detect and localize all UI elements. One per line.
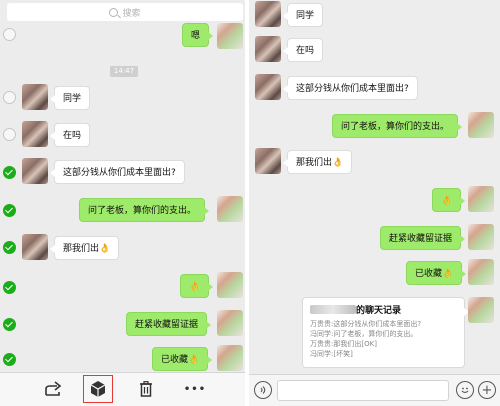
message-bubble-outgoing[interactable]: 嗯	[182, 23, 214, 47]
avatar[interactable]	[255, 74, 281, 100]
avatar[interactable]	[255, 36, 281, 62]
chat-record-title: 的聊天记录	[310, 303, 457, 316]
share-icon	[45, 381, 62, 396]
emoji-icon	[461, 387, 469, 394]
more-button[interactable]: •••	[180, 375, 210, 403]
message-bubble-incoming[interactable]: 这部分钱从你们成本里面出?	[283, 76, 418, 100]
avatar[interactable]	[217, 272, 243, 298]
avatar[interactable]	[468, 112, 494, 138]
redacted-name	[310, 305, 356, 314]
avatar[interactable]	[22, 84, 48, 110]
select-checkbox-checked[interactable]	[3, 318, 16, 331]
message-bubble-outgoing[interactable]: 已收藏👌	[406, 261, 467, 285]
message-bubble-outgoing[interactable]: 👌	[180, 274, 214, 298]
plus-button[interactable]: +	[478, 381, 496, 399]
avatar[interactable]	[468, 297, 494, 323]
select-checkbox[interactable]	[3, 28, 16, 41]
message-bubble-outgoing[interactable]: 👌	[432, 188, 466, 212]
search-placeholder: 搜索	[122, 8, 141, 19]
plus-icon: +	[481, 382, 493, 398]
message-bubble-incoming[interactable]: 同学	[282, 3, 324, 27]
message-input-bar: +	[249, 374, 500, 406]
chat-record-line: 万贵贵:那我们出[OK]	[310, 340, 377, 348]
select-checkbox-checked[interactable]	[3, 204, 16, 217]
more-icon: •••	[183, 383, 207, 395]
avatar[interactable]	[22, 158, 48, 184]
avatar[interactable]	[255, 148, 281, 174]
select-checkbox-checked[interactable]	[3, 241, 16, 254]
avatar[interactable]	[22, 234, 48, 260]
search-icon	[109, 7, 119, 17]
forward-button[interactable]	[39, 375, 69, 403]
avatar[interactable]	[217, 23, 243, 49]
avatar[interactable]	[217, 345, 243, 371]
voice-button[interactable]	[254, 381, 272, 399]
select-checkbox[interactable]	[3, 91, 16, 104]
message-bubble-incoming[interactable]: 那我们出👌	[49, 236, 120, 260]
chat-record-line: 冯同学:[坏笑]	[310, 350, 353, 358]
search-input[interactable]: 搜索	[7, 3, 243, 21]
chat-record-line: 万贵贵:这部分钱从你们成本里面出?	[310, 320, 422, 328]
avatar[interactable]	[22, 121, 48, 147]
select-checkbox-checked[interactable]	[3, 281, 16, 294]
select-checkbox-checked[interactable]	[3, 166, 16, 179]
message-bubble-outgoing[interactable]: 问了老板，算你们的支出。	[332, 114, 463, 138]
avatar[interactable]	[468, 224, 494, 250]
avatar[interactable]	[217, 196, 243, 222]
chat-record-line: 冯同学:问了老板，算你们的支出。	[310, 330, 418, 338]
timestamp: 14:47	[110, 66, 138, 77]
chat-panel: 同学 在吗 这部分钱从你们成本里面出? 问了老板，算你们的支出。 那我们出👌 👌…	[249, 0, 500, 406]
avatar[interactable]	[217, 310, 243, 336]
trash-icon	[140, 381, 152, 397]
message-text-input[interactable]	[277, 380, 449, 401]
cube-icon	[90, 381, 106, 397]
emoji-button[interactable]	[456, 381, 474, 399]
select-checkbox[interactable]	[3, 128, 16, 141]
voice-icon	[260, 386, 266, 394]
avatar[interactable]	[468, 259, 494, 285]
message-bubble-incoming[interactable]: 那我们出👌	[282, 150, 353, 174]
message-bubble-outgoing[interactable]: 赶紧收藏留证据	[126, 312, 212, 336]
message-bubble-incoming[interactable]: 同学	[49, 86, 91, 110]
message-bubble-outgoing[interactable]: 赶紧收藏留证据	[380, 226, 466, 250]
message-bubble-outgoing[interactable]: 已收藏👌	[152, 347, 213, 371]
multiselect-chat-panel: 搜索 嗯 14:47 同学 在吗 这部分钱从你们成本里面出? 问了老板，算你们的…	[0, 0, 245, 406]
favorite-button[interactable]	[83, 375, 113, 403]
select-checkbox-checked[interactable]	[3, 353, 16, 366]
message-bubble-incoming[interactable]: 在吗	[49, 123, 91, 147]
message-bubble-incoming[interactable]: 这部分钱从你们成本里面出?	[50, 160, 185, 184]
message-bubble-incoming[interactable]: 在吗	[282, 38, 324, 62]
multiselect-toolbar: •••	[0, 372, 245, 406]
avatar[interactable]	[468, 186, 494, 212]
delete-button[interactable]	[131, 375, 161, 403]
avatar[interactable]	[255, 1, 281, 27]
message-bubble-outgoing[interactable]: 问了老板，算你们的支出。	[79, 198, 210, 222]
chat-record-card[interactable]: 的聊天记录 万贵贵:这部分钱从你们成本里面出? 冯同学:问了老板，算你们的支出。…	[302, 297, 469, 368]
